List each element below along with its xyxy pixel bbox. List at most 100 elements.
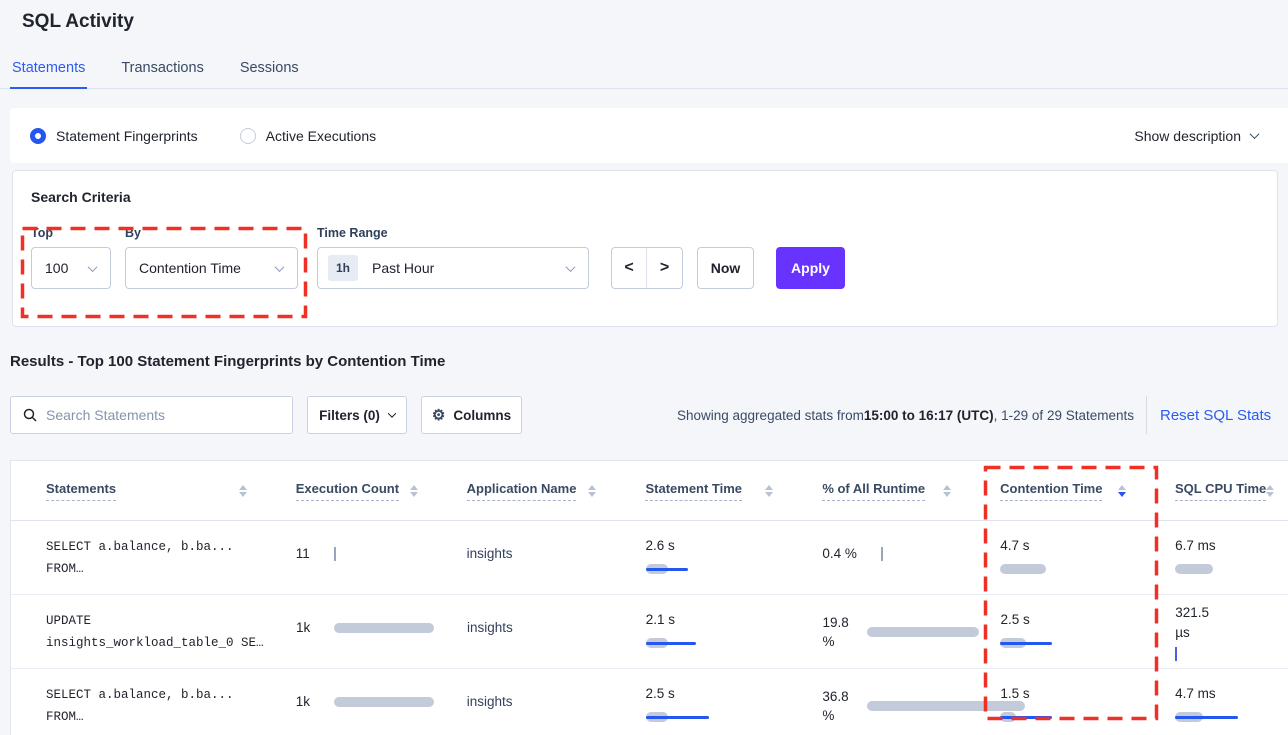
show-description-toggle[interactable]: Show description bbox=[1134, 128, 1258, 144]
gear-icon: ⚙ bbox=[432, 406, 445, 424]
radio-icon[interactable] bbox=[240, 128, 256, 144]
top-select[interactable]: 100 bbox=[31, 247, 111, 289]
metric-bar bbox=[334, 697, 434, 707]
column-header-contention-time[interactable]: Contention Time bbox=[965, 461, 1140, 520]
column-header-execution-count[interactable]: Execution Count bbox=[261, 461, 432, 520]
by-select[interactable]: Contention Time bbox=[125, 247, 298, 289]
metric-bar bbox=[334, 623, 434, 633]
sort-asc-icon bbox=[1266, 485, 1274, 490]
statement-text-line: FROM… bbox=[46, 558, 261, 580]
metric-value: 1.5 s bbox=[1000, 686, 1029, 701]
application-name-cell: insights bbox=[432, 521, 611, 594]
reset-sql-stats-link[interactable]: Reset SQL Stats bbox=[1160, 396, 1271, 434]
statement-time-cell: 2.6 s bbox=[611, 521, 788, 594]
sort-asc-icon bbox=[1118, 485, 1126, 490]
pct-all-runtime-cell: 0.4 % bbox=[787, 521, 965, 594]
tab-sessions[interactable]: Sessions bbox=[238, 56, 301, 88]
metric-tick bbox=[334, 547, 336, 561]
sort-desc-icon bbox=[1266, 492, 1274, 497]
search-criteria-heading: Search Criteria bbox=[31, 189, 131, 205]
chevron-down-icon bbox=[1250, 129, 1260, 139]
table-body: SELECT a.balance, b.ba...FROM…11insights… bbox=[11, 521, 1288, 735]
sql-cpu-time-cell: 6.7 ms bbox=[1140, 521, 1288, 594]
sql-cpu-time-cell: 4.7 ms bbox=[1140, 669, 1288, 735]
execution-count-cell: 11 bbox=[261, 521, 432, 594]
metric-value: 2.5 s bbox=[646, 686, 675, 701]
table-header-row: Statements Execution Count Application Nam… bbox=[11, 461, 1288, 521]
statement-time-cell: 2.5 s bbox=[611, 669, 788, 735]
tab-statements[interactable]: Statements bbox=[10, 56, 87, 89]
column-header-label: SQL CPU Time bbox=[1175, 481, 1266, 501]
previous-time-button[interactable]: < bbox=[612, 248, 647, 288]
search-criteria-card: Search Criteria Top By Time Range 100 Co… bbox=[12, 170, 1278, 327]
column-header-statements[interactable]: Statements bbox=[11, 461, 261, 520]
metric-bar bbox=[646, 564, 788, 574]
metric-value: 6.7 ms bbox=[1175, 538, 1216, 553]
statement-search-box[interactable] bbox=[10, 396, 293, 434]
metric-bar bbox=[867, 701, 1025, 711]
metric-value: 0.4 % bbox=[822, 546, 857, 561]
radio-active-executions[interactable]: Active Executions bbox=[240, 128, 377, 144]
chevron-down-icon bbox=[88, 262, 98, 272]
statement-text-line: FROM… bbox=[46, 706, 261, 728]
contention-time-cell: 2.5 s bbox=[965, 595, 1140, 668]
columns-button[interactable]: ⚙ Columns bbox=[421, 396, 522, 434]
time-range-badge: 1h bbox=[328, 255, 358, 281]
column-header-sql-cpu-time[interactable]: SQL CPU Time bbox=[1140, 461, 1288, 520]
filters-label: Filters (0) bbox=[319, 408, 380, 423]
showing-stats-text: Showing aggregated stats from 15:00 to 1… bbox=[677, 396, 1134, 434]
column-header-label: Application Name bbox=[467, 481, 577, 501]
metric-value: 2.5 s bbox=[1000, 612, 1029, 627]
sort-asc-icon bbox=[410, 485, 418, 490]
search-input[interactable] bbox=[46, 407, 276, 423]
radio-statement-fingerprints[interactable]: Statement Fingerprints bbox=[30, 128, 198, 144]
chevron-down-icon bbox=[388, 409, 396, 417]
filters-button[interactable]: Filters (0) bbox=[307, 396, 407, 434]
statement-cell[interactable]: SELECT a.balance, b.ba...FROM… bbox=[11, 521, 261, 594]
column-header--of-all-runtime[interactable]: % of All Runtime bbox=[787, 461, 965, 520]
statement-cell[interactable]: UPDATEinsights_workload_table_0 SE… bbox=[11, 595, 261, 668]
table-row[interactable]: SELECT a.balance, b.ba...FROM…1kinsights… bbox=[11, 669, 1288, 735]
time-range-value: Past Hour bbox=[372, 260, 434, 276]
sort-icon[interactable] bbox=[1266, 485, 1274, 497]
sort-desc-icon bbox=[943, 492, 951, 497]
radio-label: Active Executions bbox=[266, 128, 377, 144]
time-range-arrows: < > bbox=[611, 247, 683, 289]
sort-asc-icon bbox=[588, 485, 596, 490]
statement-text-line: UPDATE bbox=[46, 610, 261, 632]
show-description-label: Show description bbox=[1134, 128, 1241, 144]
next-time-button[interactable]: > bbox=[647, 248, 682, 288]
sort-asc-icon bbox=[239, 485, 247, 490]
sort-desc-icon bbox=[1118, 492, 1126, 497]
table-row[interactable]: UPDATEinsights_workload_table_0 SE…1kins… bbox=[11, 595, 1288, 669]
table-row[interactable]: SELECT a.balance, b.ba...FROM…11insights… bbox=[11, 521, 1288, 595]
radio-label: Statement Fingerprints bbox=[56, 128, 198, 144]
column-header-label: Execution Count bbox=[296, 481, 399, 501]
sort-icon[interactable] bbox=[588, 485, 596, 497]
sort-icon[interactable] bbox=[1118, 485, 1126, 497]
sort-icon[interactable] bbox=[943, 485, 951, 497]
column-header-label: Contention Time bbox=[1000, 481, 1102, 501]
metric-bar bbox=[646, 638, 788, 648]
time-range-select[interactable]: 1h Past Hour bbox=[317, 247, 589, 289]
by-label: By bbox=[125, 226, 141, 240]
metric-bar bbox=[1000, 712, 1140, 722]
statement-cell[interactable]: SELECT a.balance, b.ba...FROM… bbox=[11, 669, 261, 735]
sort-icon[interactable] bbox=[410, 485, 418, 497]
column-header-statement-time[interactable]: Statement Time bbox=[610, 461, 787, 520]
now-button[interactable]: Now bbox=[697, 247, 754, 289]
apply-button[interactable]: Apply bbox=[776, 247, 845, 289]
metric-bar bbox=[1175, 564, 1288, 574]
statements-table: Statements Execution Count Application Nam… bbox=[10, 460, 1288, 735]
column-header-application-name[interactable]: Application Name bbox=[432, 461, 611, 520]
sort-icon[interactable] bbox=[239, 485, 247, 497]
execution-count-cell: 1k bbox=[261, 669, 432, 735]
pct-all-runtime-cell: 36.8 % bbox=[787, 669, 965, 735]
statement-text-line: SELECT a.balance, b.ba... bbox=[46, 536, 261, 558]
metric-value: 2.1 s bbox=[646, 612, 675, 627]
tab-transactions[interactable]: Transactions bbox=[119, 56, 205, 88]
application-name-cell: insights bbox=[432, 669, 611, 735]
sort-icon[interactable] bbox=[765, 485, 773, 497]
radio-icon[interactable] bbox=[30, 128, 46, 144]
chevron-down-icon bbox=[275, 262, 285, 272]
